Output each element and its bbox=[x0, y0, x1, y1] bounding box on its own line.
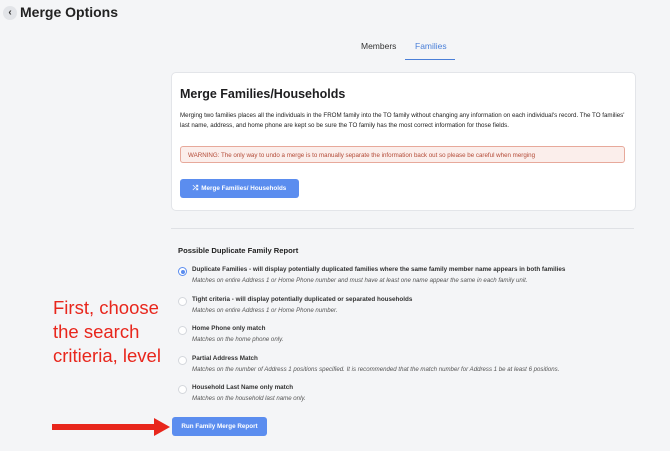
option-description: Matches on entire Address 1 or Home Phon… bbox=[192, 307, 338, 314]
run-family-merge-report-button[interactable]: Run Family Merge Report bbox=[172, 417, 267, 436]
merge-families-button-label: Merge Families/ Households bbox=[201, 185, 287, 192]
radio-last-name[interactable] bbox=[178, 385, 187, 394]
radio-tight-criteria[interactable] bbox=[178, 297, 187, 306]
report-section-title: Possible Duplicate Family Report bbox=[178, 246, 299, 255]
option-label: Tight criteria - will display potentiall… bbox=[192, 296, 413, 303]
option-description: Matches on the number of Address 1 posit… bbox=[192, 366, 560, 373]
warning-banner: WARNING: The only way to undo a merge is… bbox=[180, 146, 625, 163]
radio-partial-address[interactable] bbox=[178, 356, 187, 365]
tab-bar: Members Families bbox=[0, 40, 670, 60]
chevron-left-icon[interactable]: ‹ bbox=[3, 6, 17, 20]
option-description: Matches on the household last name only. bbox=[192, 395, 306, 402]
top-bar: ‹ Merge Options bbox=[0, 0, 670, 26]
option-description: Matches on entire Address 1 or Home Phon… bbox=[192, 277, 528, 284]
option-label: Household Last Name only match bbox=[192, 384, 294, 391]
option-label: Duplicate Families - will display potent… bbox=[192, 266, 566, 273]
shuffle-icon: ⤮ bbox=[192, 185, 199, 192]
merge-families-button[interactable]: ⤮ Merge Families/ Households bbox=[180, 179, 299, 198]
red-arrow-annotation bbox=[52, 418, 170, 436]
section-divider bbox=[171, 228, 634, 229]
option-description: Matches on the home phone only. bbox=[192, 336, 284, 343]
page-title: Merge Options bbox=[20, 4, 119, 20]
radio-home-phone[interactable] bbox=[178, 326, 187, 335]
card-title: Merge Families/Households bbox=[180, 87, 346, 101]
tab-families[interactable]: Families bbox=[405, 40, 455, 60]
radio-duplicate-families[interactable] bbox=[178, 267, 187, 276]
card-description: Merging two families places all the indi… bbox=[180, 112, 625, 129]
option-label: Partial Address Match bbox=[192, 355, 258, 362]
option-label: Home Phone only match bbox=[192, 325, 266, 332]
tab-members[interactable]: Members bbox=[351, 40, 406, 59]
merge-families-card: Merge Families/Households Merging two fa… bbox=[171, 72, 636, 211]
annotation-callout: First, choose the search critieria, leve… bbox=[53, 297, 161, 366]
